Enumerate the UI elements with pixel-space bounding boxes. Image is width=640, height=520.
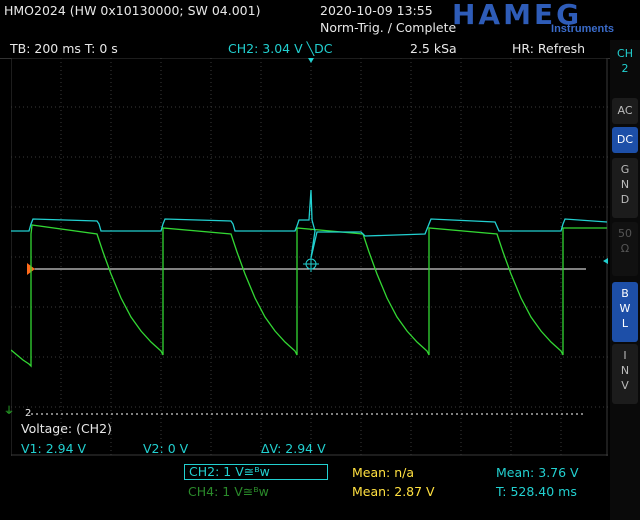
trigger-point-crosshair: [303, 256, 319, 272]
sidebar-item-bwl[interactable]: B W L: [612, 282, 638, 342]
sidebar-item-ac[interactable]: AC: [612, 98, 638, 124]
cursor-title: Voltage: (CH2): [21, 421, 112, 436]
ch2-scale-box[interactable]: CH2: 1 V≅ᴮw: [184, 464, 328, 480]
cursor-2-marker: 2: [25, 408, 32, 419]
sidebar-item-50ohm[interactable]: 50 Ω: [612, 222, 638, 276]
waveform-screen: ⏚ 2 Voltage: (CH2) V1: 2.94 V V2: 0 V ΔV…: [4, 57, 608, 456]
mean-1: Mean: n/a: [352, 465, 415, 480]
grid: [10, 57, 608, 456]
cursor-v2: V2: 0 V: [143, 441, 189, 456]
brand-logo: HAMEG Instruments: [452, 0, 628, 40]
ch4-trace: [10, 224, 607, 368]
ch4-scale[interactable]: CH4: 1 V≅ᴮw: [188, 485, 269, 499]
device-info: HMO2024 (HW 0x10130000; SW 04.001): [4, 3, 261, 18]
sample-rate: 2.5 kSa: [410, 41, 457, 56]
cursor-v1: V1: 2.94 V: [21, 441, 87, 456]
period-readout: T: 528.40 ms: [496, 484, 577, 499]
brand-sub: Instruments: [551, 23, 614, 35]
trigger-state: Norm-Trig. / Complete: [320, 20, 457, 35]
ch2-trace: [11, 189, 608, 259]
channel-menu-sidebar: CH 2 AC DC G N D 50 Ω B W L I N V: [610, 40, 640, 520]
timebase-readout[interactable]: TB: 200 ms T: 0 s: [10, 42, 118, 56]
sidebar-item-inv[interactable]: I N V: [612, 344, 638, 404]
cursor-dv: ΔV: 2.94 V: [261, 441, 326, 456]
status-bar: TB: 200 ms T: 0 s CH2: 3.04 V ╲DC 2.5 kS…: [0, 40, 610, 59]
measurement-bar: CH2: 1 V≅ᴮw CH4: 1 V≅ᴮw Mean: n/a Mean: …: [0, 456, 610, 520]
sidebar-title: CH 2: [617, 47, 633, 75]
sidebar-item-dc[interactable]: DC: [612, 127, 638, 153]
mean-2: Mean: 2.87 V: [352, 484, 435, 499]
waveform-svg: [10, 57, 608, 456]
top-bar: HMO2024 (HW 0x10130000; SW 04.001) 2020-…: [0, 0, 640, 40]
trigger-position-marker: [308, 58, 314, 63]
hr-mode[interactable]: HR: Refresh: [512, 42, 585, 56]
channel-readout[interactable]: CH2: 3.04 V ╲DC: [228, 42, 332, 56]
mean-3: Mean: 3.76 V: [496, 465, 579, 480]
datetime: 2020-10-09 13:55: [320, 3, 433, 18]
sidebar-item-gnd[interactable]: G N D: [612, 158, 638, 218]
trigger-level-marker: [603, 258, 608, 264]
ch4-ground-marker: ⏚: [4, 406, 14, 417]
